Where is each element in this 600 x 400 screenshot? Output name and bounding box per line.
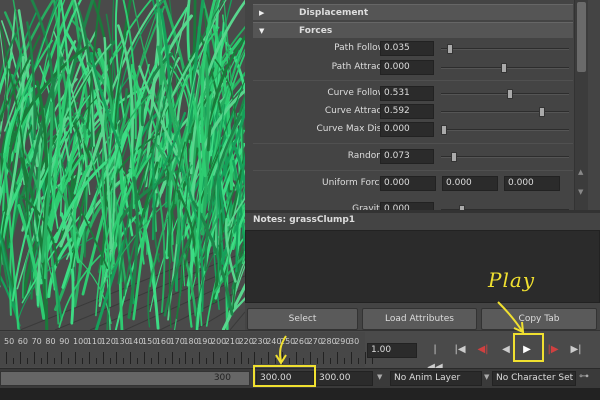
annotation-arrows [275,301,525,365]
annotation-arrow-play [497,301,523,332]
